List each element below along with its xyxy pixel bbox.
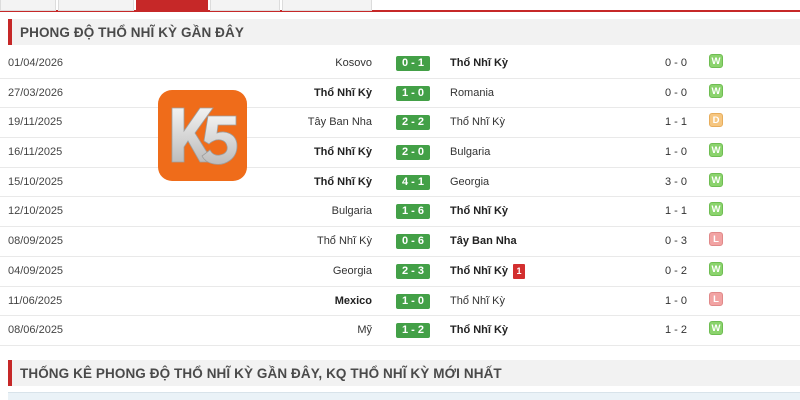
match-date: 15/10/2025 <box>8 175 64 188</box>
halftime-score: 1 - 1 <box>664 116 687 129</box>
result-badge: D <box>709 113 723 128</box>
match-score[interactable]: 0 - 1 <box>396 56 430 71</box>
home-team[interactable]: Thổ Nhĩ Kỳ <box>317 227 372 256</box>
home-team[interactable]: Mexico <box>335 287 372 316</box>
away-team[interactable]: Georgia <box>450 168 489 197</box>
result-badge: W <box>709 172 723 187</box>
halftime-score: 0 - 3 <box>664 235 687 248</box>
match-row[interactable]: 08/09/2025 Thổ Nhĩ Kỳ 0 - 6 Tây Ban Nha 0 - … <box>0 227 800 257</box>
match-score[interactable]: 0 - 6 <box>396 234 430 250</box>
match-score[interactable]: 1 - 6 <box>396 204 430 220</box>
away-team[interactable]: Thổ Nhĩ Kỳ <box>450 257 508 286</box>
halftime-score: 1 - 2 <box>664 324 687 337</box>
result-badge: W <box>709 54 723 68</box>
match-score[interactable]: 1 - 2 <box>396 323 430 339</box>
away-team[interactable]: Thổ Nhĩ Kỳ <box>450 287 505 316</box>
table-top-bar <box>8 392 800 400</box>
result-badge: W <box>709 261 723 276</box>
tab-5[interactable] <box>282 0 372 11</box>
halftime-score: 0 - 0 <box>664 57 687 69</box>
halftime-score: 0 - 0 <box>664 86 687 99</box>
tab-1[interactable] <box>0 0 56 11</box>
match-date: 16/11/2025 <box>8 146 63 159</box>
match-row[interactable]: 19/11/2025 Tây Ban Nha 2 - 2 Thổ Nhĩ Kỳ 1 - … <box>0 108 800 139</box>
halftime-score: 1 - 0 <box>664 146 687 159</box>
result-badge: W <box>709 143 723 158</box>
halftime-score: 1 - 0 <box>664 294 687 307</box>
tab-4[interactable] <box>210 0 280 11</box>
home-team[interactable]: Thổ Nhĩ Kỳ <box>314 168 372 197</box>
home-team[interactable]: Thổ Nhĩ Kỳ <box>314 138 372 167</box>
match-date: 08/09/2025 <box>8 235 64 248</box>
away-team[interactable]: Romania <box>450 79 494 108</box>
red-card-badge: 1 <box>513 263 525 279</box>
match-score[interactable]: 2 - 0 <box>396 145 430 161</box>
halftime-score: 0 - 2 <box>664 264 687 277</box>
result-badge: W <box>709 83 723 98</box>
match-row[interactable]: 08/06/2025 Mỹ 1 - 2 Thổ Nhĩ Kỳ 1 - 2 W <box>0 316 800 346</box>
stats-header: THỐNG KÊ PHONG ĐỘ THỔ NHĨ KỲ GẦN ĐÂY, KQ… <box>8 360 800 386</box>
result-badge: W <box>709 202 723 217</box>
match-row[interactable]: 16/11/2025 Thổ Nhĩ Kỳ 2 - 0 Bulgaria 1 - 0 W <box>0 138 800 168</box>
match-date: 11/06/2025 <box>8 294 63 307</box>
home-team[interactable]: Kosovo <box>335 49 372 78</box>
recent-form-title: PHONG ĐỘ THỔ NHĨ KỲ GẦN ĐÂY <box>20 25 244 40</box>
k5-logo-icon <box>171 107 238 165</box>
match-list: 01/04/2026 Kosovo 0 - 1 Thổ Nhĩ Kỳ 0 - 0 W 27/… <box>0 49 800 346</box>
halftime-score: 1 - 1 <box>664 205 687 218</box>
match-score[interactable]: 4 - 1 <box>396 174 430 190</box>
match-row[interactable]: 27/03/2026 Thổ Nhĩ Kỳ 1 - 0 Romania 0 - 0 W <box>0 79 800 109</box>
k5-logo: K5 <box>158 90 247 181</box>
match-date: 12/10/2025 <box>8 205 64 218</box>
match-date: 19/11/2025 <box>8 116 63 129</box>
away-team[interactable]: Thổ Nhĩ Kỳ <box>450 197 508 226</box>
result-badge: W <box>709 321 723 336</box>
match-date: 27/03/2026 <box>8 86 64 99</box>
away-team[interactable]: Bulgaria <box>450 138 490 167</box>
away-team[interactable]: Tây Ban Nha <box>450 227 517 256</box>
match-row[interactable]: 12/10/2025 Bulgaria 1 - 6 Thổ Nhĩ Kỳ 1 - 1 W <box>0 197 800 228</box>
away-team[interactable]: Thổ Nhĩ Kỳ <box>450 316 508 345</box>
match-date: 04/09/2025 <box>8 264 64 277</box>
match-score[interactable]: 2 - 3 <box>396 263 430 279</box>
match-score[interactable]: 1 - 0 <box>396 85 430 101</box>
home-team[interactable]: Thổ Nhĩ Kỳ <box>314 79 372 108</box>
match-date: 01/04/2026 <box>8 57 64 69</box>
result-badge: L <box>709 232 723 247</box>
tab-3[interactable] <box>136 0 208 11</box>
halftime-score: 3 - 0 <box>664 175 687 188</box>
home-team[interactable]: Mỹ <box>357 316 372 345</box>
result-badge: L <box>709 291 723 306</box>
match-row[interactable]: 04/09/2025 Georgia 2 - 3 Thổ Nhĩ Kỳ 0 - 2 W 1 <box>0 257 800 287</box>
home-team[interactable]: Georgia <box>333 257 372 286</box>
home-team[interactable]: Tây Ban Nha <box>308 108 372 137</box>
match-score[interactable]: 1 - 0 <box>396 293 430 309</box>
home-team[interactable]: Bulgaria <box>332 197 372 226</box>
away-team[interactable]: Thổ Nhĩ Kỳ <box>450 49 508 78</box>
away-team[interactable]: Thổ Nhĩ Kỳ <box>450 108 505 137</box>
match-row[interactable]: 11/06/2025 Mexico 1 - 0 Thổ Nhĩ Kỳ 1 - 0 L <box>0 287 800 317</box>
match-row[interactable]: 15/10/2025 Thổ Nhĩ Kỳ 4 - 1 Georgia 3 - 0 W <box>0 168 800 198</box>
match-score[interactable]: 2 - 2 <box>396 115 430 131</box>
tab-bar <box>0 0 800 12</box>
stats-title: THỐNG KÊ PHONG ĐỘ THỔ NHĨ KỲ GẦN ĐÂY, KQ… <box>20 366 502 381</box>
match-row[interactable]: 01/04/2026 Kosovo 0 - 1 Thổ Nhĩ Kỳ 0 - 0 W <box>0 49 800 79</box>
match-date: 08/06/2025 <box>8 324 64 337</box>
tab-2[interactable] <box>58 0 134 11</box>
recent-form-header: PHONG ĐỘ THỔ NHĨ KỲ GẦN ĐÂY <box>8 19 800 45</box>
